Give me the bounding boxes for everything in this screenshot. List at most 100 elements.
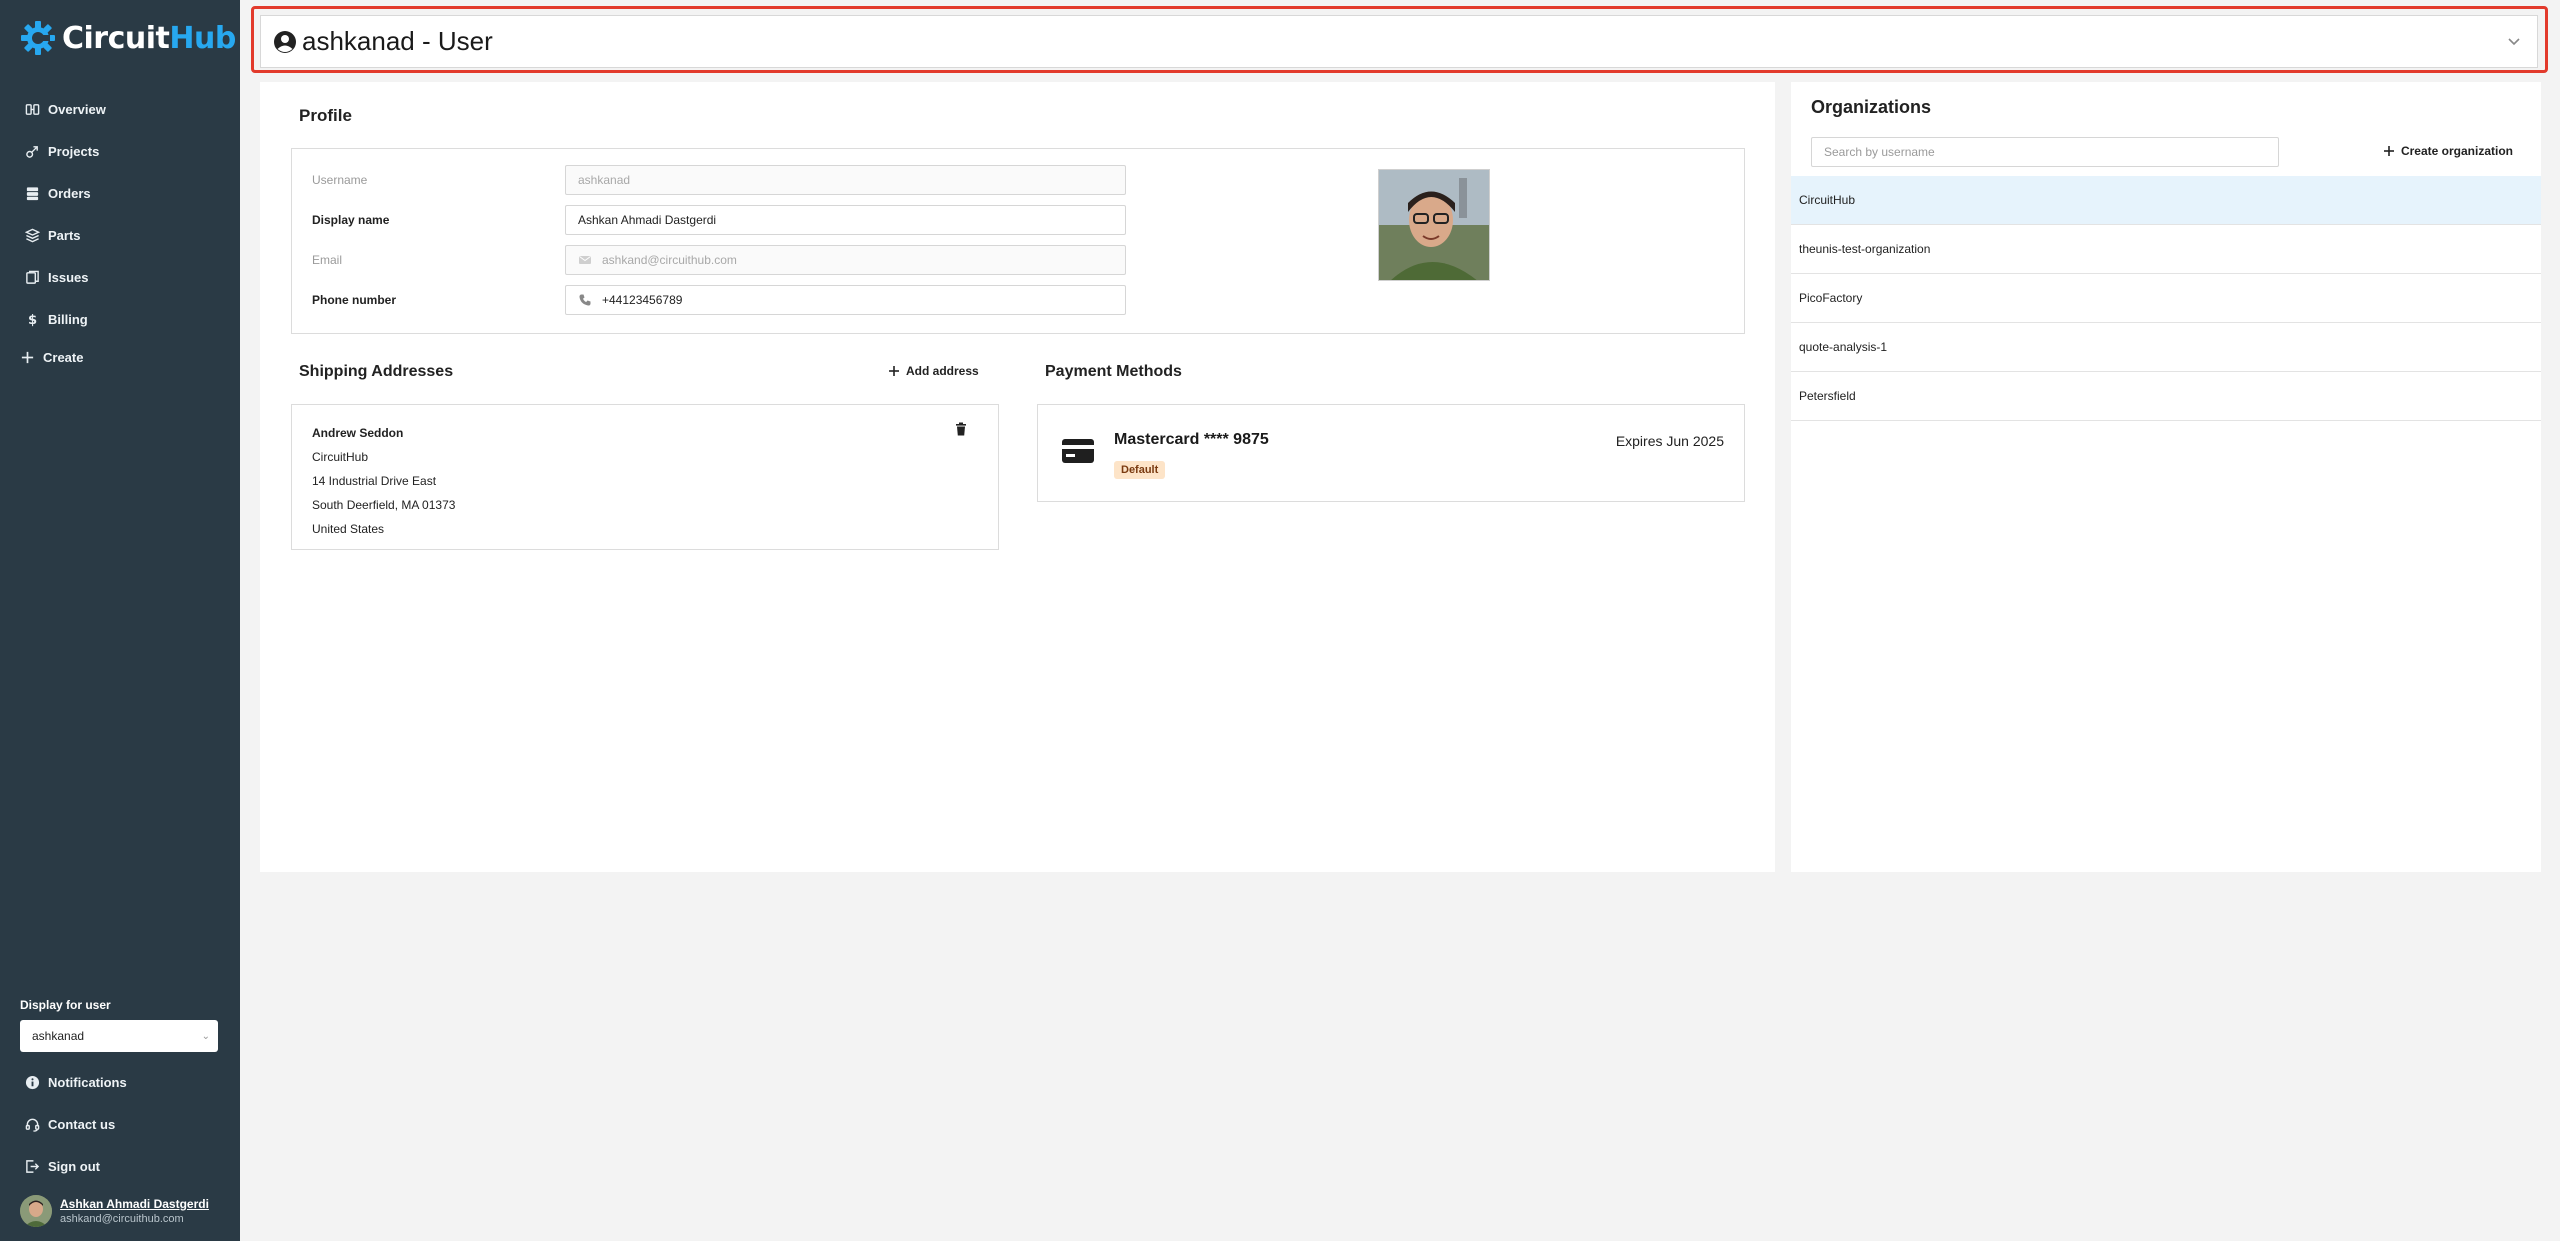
create-organization-label: Create organization — [2400, 144, 2513, 158]
sidebar-item-overview[interactable]: Overview — [0, 88, 240, 130]
display-name-row: Display name Ashkan Ahmadi Dastgerdi — [312, 205, 1126, 235]
sign-out-icon — [26, 1159, 40, 1173]
projects-icon — [26, 145, 38, 158]
list-item[interactable]: quote-analysis-1 — [1791, 323, 2541, 372]
shipping-title: Shipping Addresses — [299, 363, 454, 380]
parts-icon — [25, 228, 40, 242]
entity-selector[interactable]: ashkanad - User — [260, 15, 2538, 68]
username-row: Username ashkanad — [312, 165, 1126, 195]
default-badge: Default — [1114, 461, 1166, 479]
phone-row: Phone number +44123456789 — [312, 285, 1126, 315]
sidebar-item-orders[interactable]: Orders — [0, 172, 240, 214]
add-address-label: Add address — [906, 364, 979, 378]
create-organization-button[interactable]: Create organization — [2383, 144, 2513, 158]
display-name-label: Display name — [312, 213, 390, 227]
avatar — [20, 1195, 52, 1227]
sidebar-item-label: Billing — [48, 311, 88, 327]
phone-value: +44123456789 — [602, 293, 683, 307]
address-company: CircuitHub — [312, 450, 369, 464]
display-for-user-select[interactable]: ashkanad ⌄ — [20, 1020, 218, 1052]
display-name-field[interactable]: Ashkan Ahmadi Dastgerdi — [565, 205, 1126, 235]
add-address-button[interactable]: Add address — [888, 364, 979, 378]
credit-card-icon — [1062, 439, 1094, 463]
user-circle-icon — [274, 30, 296, 53]
card-name: Mastercard **** 9875 — [1114, 431, 1269, 448]
circuithub-logo-icon — [21, 21, 55, 55]
sidebar-item-contact-us[interactable]: Contact us — [0, 1103, 240, 1145]
organizations-title: Organizations — [1811, 97, 1932, 117]
list-item[interactable]: PicoFactory — [1791, 274, 2541, 323]
current-user-email: ashkand@circuithub.com — [60, 1213, 184, 1225]
display-for-user: Display for user ashkanad ⌄ — [20, 998, 218, 1052]
plus-icon — [2383, 146, 2394, 156]
list-item[interactable]: CircuitHub — [1791, 176, 2541, 225]
sidebar-bottom-nav: Notifications Contact us Sign out — [0, 1061, 240, 1187]
circuithub-logo[interactable]: CircuitHub — [20, 18, 236, 58]
brand-hub: Hub — [169, 20, 236, 56]
address-name: Andrew Seddon — [312, 426, 404, 440]
sidebar-item-label: Notifications — [48, 1074, 127, 1090]
username-label: Username — [312, 173, 368, 187]
profile-photo-image — [1379, 170, 1489, 280]
chevron-down-icon[interactable] — [2505, 32, 2523, 50]
email-label: Email — [312, 253, 343, 267]
list-item[interactable]: Petersfield — [1791, 372, 2541, 421]
plus-icon — [21, 351, 34, 363]
email-value: ashkand@circuithub.com — [602, 253, 737, 267]
phone-icon — [579, 294, 591, 306]
plus-icon — [889, 366, 899, 376]
address-country: United States — [312, 522, 385, 536]
sidebar-item-label: Sign out — [48, 1158, 100, 1174]
mail-icon — [579, 256, 591, 264]
current-user[interactable]: Ashkan Ahmadi Dastgerdi ashkand@circuith… — [20, 1195, 209, 1227]
overview-icon — [25, 103, 40, 115]
sidebar-item-label: Overview — [48, 101, 106, 117]
display-name-value: Ashkan Ahmadi Dastgerdi — [578, 213, 717, 227]
organization-list: CircuitHub theunis-test-organization Pic… — [1791, 176, 2541, 421]
display-for-user-value: ashkanad — [32, 1029, 85, 1043]
info-icon — [25, 1075, 40, 1089]
phone-field[interactable]: +44123456789 — [565, 285, 1126, 315]
create-label: Create — [43, 349, 84, 365]
chevron-down-icon: ⌄ — [201, 1030, 210, 1042]
card-expiry: Expires Jun 2025 — [1615, 433, 1724, 449]
sidebar-item-parts[interactable]: Parts — [0, 214, 240, 256]
username-field: ashkanad — [565, 165, 1126, 195]
headset-icon — [25, 1118, 40, 1132]
profile-photo[interactable] — [1378, 169, 1490, 281]
brand-name: CircuitHub — [62, 21, 236, 56]
sidebar-item-label: Parts — [48, 227, 81, 243]
username-value: ashkanad — [578, 173, 631, 187]
sidebar-item-label: Orders — [48, 185, 91, 201]
shipping-address-card: Andrew Seddon CircuitHub 14 Industrial D… — [291, 404, 999, 550]
page-title: ashkanad - User — [302, 26, 493, 56]
organizations-panel: Organizations Create organization Circui… — [1791, 82, 2541, 872]
organization-search-input[interactable] — [1811, 137, 2279, 167]
profile-form: Username ashkanad Display name Ashkan Ah… — [291, 148, 1745, 334]
trash-icon[interactable] — [954, 422, 968, 436]
issues-icon — [26, 270, 39, 284]
profile-title: Profile — [299, 106, 352, 125]
orders-icon — [26, 186, 39, 200]
sidebar-item-label: Contact us — [48, 1116, 116, 1132]
sidebar-item-sign-out[interactable]: Sign out — [0, 1145, 240, 1187]
list-item[interactable]: theunis-test-organization — [1791, 225, 2541, 274]
sidebar-item-billing[interactable]: $ Billing — [0, 298, 240, 340]
sidebar-item-notifications[interactable]: Notifications — [0, 1061, 240, 1103]
sidebar-item-label: Projects — [48, 143, 100, 159]
payment-method-card[interactable]: Mastercard **** 9875 Default Expires Jun… — [1037, 404, 1745, 502]
address-city: South Deerfield, MA 01373 — [312, 498, 456, 512]
phone-label: Phone number — [312, 293, 397, 307]
avatar-image — [20, 1195, 52, 1227]
sidebar: CircuitHub Overview Projects Orders Part… — [0, 0, 240, 1241]
sidebar-item-issues[interactable]: Issues — [0, 256, 240, 298]
svg-text:$: $ — [28, 313, 37, 327]
dollar-icon: $ — [28, 313, 37, 327]
sidebar-create-button[interactable]: Create — [0, 340, 240, 374]
sidebar-item-projects[interactable]: Projects — [0, 130, 240, 172]
payment-title: Payment Methods — [1045, 363, 1182, 380]
address-street: 14 Industrial Drive East — [312, 474, 437, 488]
email-field: ashkand@circuithub.com — [565, 245, 1126, 275]
display-for-user-label: Display for user — [20, 998, 111, 1012]
sidebar-item-label: Issues — [48, 269, 89, 285]
